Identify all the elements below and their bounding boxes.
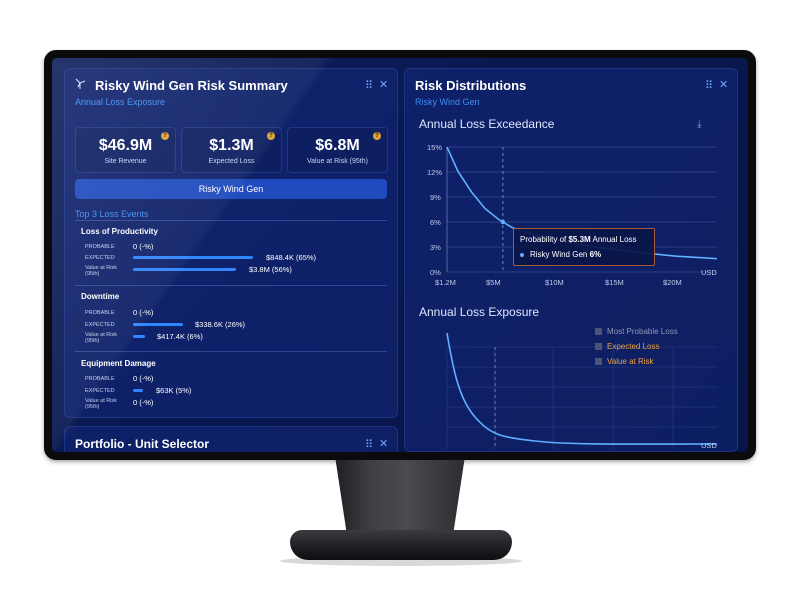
legend-swatch (595, 343, 602, 351)
wind-turbine-icon (75, 78, 86, 89)
legend-swatch (595, 328, 602, 336)
y-tick-label: 3% (430, 243, 441, 252)
expected-value: $848.4K (65%) (266, 253, 317, 262)
legend-swatch (595, 358, 602, 366)
var-label: Value at Risk (95th) (85, 398, 117, 410)
event-title: Downtime (81, 292, 120, 301)
x-tick-label: $5M (486, 278, 501, 287)
top-events-heading: Top 3 Loss Events (75, 209, 149, 219)
y-tick-label: 0% (430, 268, 441, 277)
chart-tooltip: Probability of $5.3M Annual Loss Risky W… (513, 228, 655, 266)
close-icon[interactable]: ✕ (379, 437, 388, 450)
probable-value: 0 (-%) (133, 308, 154, 317)
kpi-label: Site Revenue (104, 158, 147, 165)
dashboard-screen: Risky Wind Gen Risk Summary Annual Loss … (52, 58, 748, 452)
tooltip-heading: Probability of $5.3M Annual Loss (520, 235, 637, 244)
expected-label: EXPECTED (85, 255, 115, 261)
expected-bar (133, 323, 183, 326)
probable-label: PROBABLE (85, 310, 115, 316)
var-value: $417.4K (6%) (157, 332, 203, 341)
monitor-bezel: Risky Wind Gen Risk Summary Annual Loss … (44, 50, 756, 460)
var-bar (133, 268, 236, 271)
unit-selector-bar[interactable]: Risky Wind Gen (75, 179, 387, 199)
var-label: Value at Risk (95th) (85, 265, 117, 277)
portfolio-title: Portfolio - Unit Selector (75, 437, 210, 451)
drag-handle-icon[interactable]: ⠿ (365, 438, 373, 451)
exposure-density-line (446, 332, 718, 445)
exposure-chart-title: Annual Loss Exposure (419, 305, 540, 319)
tooltip-series: Risky Wind Gen 6% (520, 250, 601, 259)
probable-label: PROBABLE (85, 376, 115, 382)
y-tick-label: 9% (430, 193, 441, 202)
monitor-stand-neck (335, 460, 465, 534)
x-tick-label: $20M (663, 278, 682, 287)
portfolio-panel: Portfolio - Unit Selector ⠿ ✕ (64, 426, 398, 452)
x-unit-label: USD (701, 268, 717, 277)
drag-handle-icon[interactable]: ⠿ (365, 79, 373, 92)
expected-value: $63K (5%) (156, 386, 192, 395)
x-tick-label: $10M (545, 278, 564, 287)
kpi-value: $6.8M (315, 137, 360, 154)
legend-most-probable[interactable]: Most Probable Loss (595, 327, 678, 336)
legend-value-at-risk[interactable]: Value at Risk (595, 357, 654, 366)
y-tick-label: 12% (427, 168, 443, 177)
x-tick-label: $15M (605, 278, 624, 287)
expected-bar (133, 256, 253, 259)
var-value: 0 (-%) (133, 398, 154, 407)
kpi-label: Expected Loss (208, 158, 255, 165)
kpi-expected-loss: ? $1.3M Expected Loss (181, 127, 282, 173)
info-icon[interactable]: ? (373, 132, 381, 140)
divider (75, 285, 387, 286)
kpi-value-at-risk: ? $6.8M Value at Risk (95th) (287, 127, 388, 173)
expected-bar (133, 389, 143, 392)
summary-title: Risky Wind Gen Risk Summary (95, 78, 288, 93)
y-tick-label: 15% (427, 143, 443, 152)
kpi-label: Value at Risk (95th) (307, 158, 368, 165)
close-icon[interactable]: ✕ (379, 78, 388, 91)
divider (75, 351, 387, 352)
var-value: $3.8M (56%) (249, 265, 292, 274)
x-tick-label: $1.2M (435, 278, 456, 287)
kpi-site-revenue: ? $46.9M Site Revenue (75, 127, 176, 173)
series-dot-icon (520, 252, 524, 257)
x-unit-label: USD (701, 441, 717, 450)
risk-distributions-panel: Risk Distributions Risky Wind Gen ⠿ ✕ An… (404, 68, 738, 452)
legend-expected-loss[interactable]: Expected Loss (595, 342, 659, 351)
event-title: Equipment Damage (81, 359, 156, 368)
expected-value: $338.6K (26%) (195, 320, 246, 329)
y-tick-label: 6% (430, 218, 441, 227)
info-icon[interactable]: ? (161, 132, 169, 140)
info-icon[interactable]: ? (267, 132, 275, 140)
divider (75, 220, 387, 221)
expected-label: EXPECTED (85, 322, 115, 328)
var-label: Value at Risk (95th) (85, 332, 117, 344)
summary-subtitle: Annual Loss Exposure (75, 97, 166, 107)
monitor-stand-base (290, 530, 512, 560)
expected-label: EXPECTED (85, 388, 115, 394)
probable-value: 0 (-%) (133, 242, 154, 251)
kpi-value: $46.9M (98, 137, 153, 154)
probable-label: PROBABLE (85, 244, 115, 250)
kpi-value: $1.3M (209, 137, 254, 154)
var-bar (133, 335, 145, 338)
event-title: Loss of Productivity (81, 227, 158, 236)
risk-summary-panel: Risky Wind Gen Risk Summary Annual Loss … (64, 68, 398, 418)
probable-value: 0 (-%) (133, 374, 154, 383)
highlight-point (500, 219, 506, 225)
